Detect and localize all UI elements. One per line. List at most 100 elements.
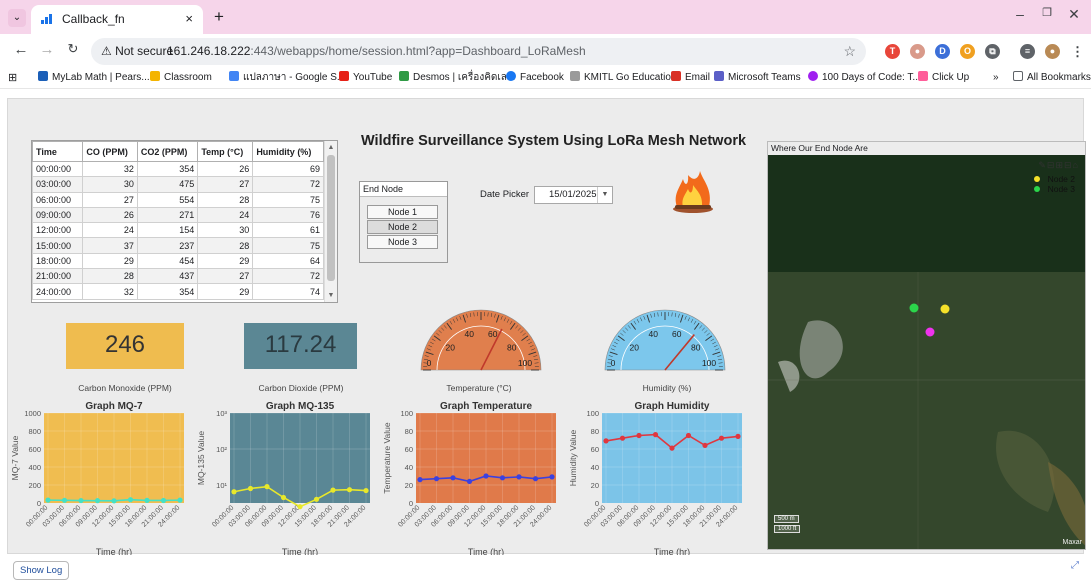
data-point[interactable]	[248, 486, 253, 491]
extensions-puzzle-icon[interactable]: ⧉	[985, 44, 1000, 59]
data-point[interactable]	[363, 488, 368, 493]
reading-list-icon[interactable]: ≡	[1020, 44, 1035, 59]
browser-tab[interactable]: Callback_fn ×	[31, 5, 203, 34]
data-point[interactable]	[434, 476, 439, 481]
data-point[interactable]	[95, 498, 100, 503]
table-header-cell[interactable]: CO2 (PPM)	[137, 142, 197, 162]
table-row[interactable]: 00:00:00323542669	[33, 162, 324, 177]
table-header-cell[interactable]: CO (PPM)	[83, 142, 137, 162]
apps-grid-icon[interactable]: ⊞	[8, 67, 17, 89]
data-point[interactable]	[549, 474, 554, 479]
extension-icon[interactable]: O	[960, 44, 975, 59]
table-scrollbar[interactable]: ▲ ▼	[324, 141, 337, 302]
table-header-cell[interactable]: Time	[33, 142, 83, 162]
data-point[interactable]	[603, 438, 608, 443]
close-tab-icon[interactable]: ×	[185, 5, 193, 33]
data-point[interactable]	[314, 497, 319, 502]
bookmark-clickup[interactable]: Click Up	[918, 67, 969, 89]
table-row[interactable]: 06:00:00275542875	[33, 192, 324, 207]
address-bar[interactable]: ⚠ Not secure 161.246.18.222:443/webapps/…	[91, 38, 866, 65]
back-icon[interactable]: ←	[12, 41, 30, 58]
extension-icon[interactable]: T	[885, 44, 900, 59]
bookmark-star-icon[interactable]: ☆	[843, 38, 856, 65]
expand-icon[interactable]: ⤢	[1071, 560, 1079, 571]
new-tab-button[interactable]: +	[209, 7, 229, 27]
bookmark-youtube[interactable]: YouTube	[339, 67, 392, 89]
extension-icon[interactable]: D	[935, 44, 950, 59]
scroll-down-icon[interactable]: ▼	[325, 292, 337, 299]
table-row[interactable]: 03:00:00304752772	[33, 177, 324, 192]
data-point[interactable]	[111, 498, 116, 503]
data-point[interactable]	[177, 498, 182, 503]
extension-icon[interactable]: ●	[910, 44, 925, 59]
data-point[interactable]	[264, 484, 269, 489]
reload-icon[interactable]: ↻	[64, 41, 82, 57]
data-point[interactable]	[735, 434, 740, 439]
scroll-thumb[interactable]	[327, 155, 335, 281]
bookmark-email[interactable]: Email	[671, 67, 710, 89]
chevron-down-icon[interactable]: ▼	[597, 187, 612, 203]
data-point[interactable]	[516, 474, 521, 479]
bookmark-teams[interactable]: Microsoft Teams	[714, 67, 801, 89]
data-point[interactable]	[719, 436, 724, 441]
data-point[interactable]	[417, 477, 422, 482]
table-row[interactable]: 15:00:00372372875	[33, 238, 324, 253]
table-row[interactable]: 18:00:00294542964	[33, 253, 324, 268]
data-point[interactable]	[231, 489, 236, 494]
node-1-button[interactable]: Node 1	[367, 205, 438, 219]
data-point[interactable]	[78, 498, 83, 503]
data-point[interactable]	[533, 476, 538, 481]
data-point[interactable]	[62, 498, 67, 503]
data-point[interactable]	[636, 433, 641, 438]
restore-icon[interactable]: ❐	[1037, 6, 1057, 19]
node-marker[interactable]	[910, 304, 919, 313]
close-window-icon[interactable]: ✕	[1064, 6, 1084, 23]
data-point[interactable]	[330, 488, 335, 493]
data-point[interactable]	[686, 433, 691, 438]
table-row[interactable]: 21:00:00284372772	[33, 269, 324, 284]
forward-icon[interactable]: →	[38, 41, 56, 58]
table-header-cell[interactable]: Humidity (%)	[253, 142, 324, 162]
node-marker[interactable]	[941, 305, 950, 314]
scroll-up-icon[interactable]: ▲	[325, 144, 337, 151]
data-point[interactable]	[483, 473, 488, 478]
data-point[interactable]	[161, 498, 166, 503]
minimize-icon[interactable]: –	[1010, 6, 1030, 22]
bookmark-mylab[interactable]: MyLab Math | Pears...	[38, 67, 150, 89]
data-point[interactable]	[467, 479, 472, 484]
data-point[interactable]	[281, 495, 286, 500]
data-point[interactable]	[45, 498, 50, 503]
node-location-map[interactable]: Where Our End Node Are ✎⊟⊞⊟⌂ Node 2 Node…	[767, 141, 1086, 550]
bookmark-facebook[interactable]: Facebook	[506, 67, 564, 89]
bookmark-desmos[interactable]: Desmos | เครื่องคิดเล...	[399, 67, 515, 89]
node-3-button[interactable]: Node 3	[367, 235, 438, 249]
data-point[interactable]	[128, 497, 133, 502]
all-bookmarks-folder[interactable]: All Bookmarks	[1013, 67, 1091, 89]
bookmark-100days[interactable]: 100 Days of Code: T...	[808, 67, 921, 89]
table-row[interactable]: 09:00:00262712476	[33, 207, 324, 222]
node-marker[interactable]	[926, 328, 935, 337]
profile-avatar[interactable]: ●	[1045, 44, 1060, 59]
data-point[interactable]	[669, 446, 674, 451]
data-point[interactable]	[702, 443, 707, 448]
bookmark-kmitl[interactable]: KMITL Go Education	[570, 67, 676, 89]
show-log-button[interactable]: Show Log	[13, 561, 69, 580]
bookmark-classroom[interactable]: Classroom	[150, 67, 212, 89]
data-point[interactable]	[144, 498, 149, 503]
data-point[interactable]	[653, 432, 658, 437]
data-point[interactable]	[297, 504, 302, 509]
table-row[interactable]: 12:00:00241543061	[33, 223, 324, 238]
bookmark-translate[interactable]: แปลภาษา - Google S...	[229, 67, 345, 89]
more-bookmarks-chevron[interactable]: »	[993, 67, 999, 89]
table-row[interactable]: 24:00:00323542974	[33, 284, 324, 299]
date-picker-input[interactable]: 15/01/2025 ▼	[534, 186, 613, 204]
data-point[interactable]	[347, 487, 352, 492]
node-2-button[interactable]: Node 2	[367, 220, 438, 234]
data-point[interactable]	[620, 436, 625, 441]
table-header-cell[interactable]: Temp (°C)	[198, 142, 253, 162]
data-point[interactable]	[500, 475, 505, 480]
kebab-menu-icon[interactable]: ⋮	[1070, 44, 1085, 59]
data-point[interactable]	[450, 475, 455, 480]
not-secure-badge[interactable]: ⚠ Not secure	[101, 38, 173, 65]
sensor-data-table[interactable]: TimeCO (PPM)CO2 (PPM)Temp (°C)Humidity (…	[31, 140, 338, 303]
